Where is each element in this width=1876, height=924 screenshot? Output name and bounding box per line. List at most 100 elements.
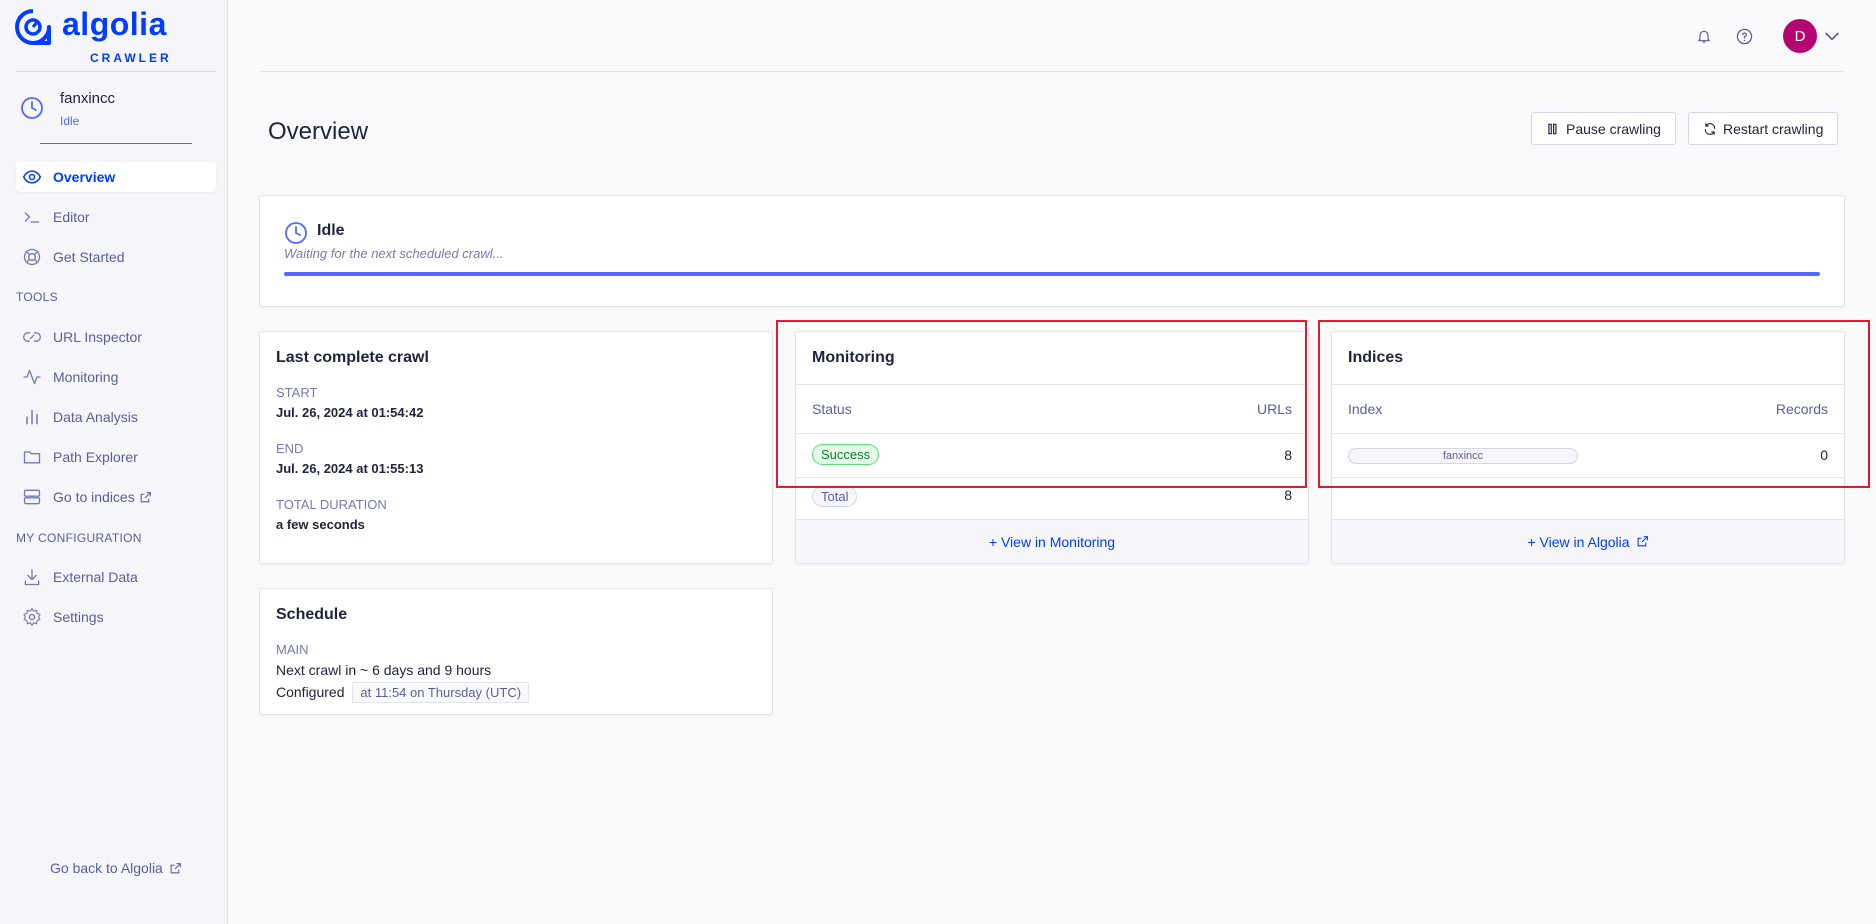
sidebar-item-label: Settings bbox=[53, 609, 104, 625]
monitoring-table-header: Status URLs bbox=[796, 384, 1308, 434]
status-subtitle: Waiting for the next scheduled crawl... bbox=[284, 246, 504, 261]
brand-name: algolia bbox=[62, 6, 167, 42]
pause-crawling-button[interactable]: Pause crawling bbox=[1531, 112, 1676, 145]
algolia-crawler-logo[interactable]: algolia CRAWLER bbox=[14, 6, 174, 66]
records-count: 0 bbox=[1820, 447, 1828, 463]
go-back-label: Go back to Algolia bbox=[50, 860, 163, 876]
crawl-progress-bar bbox=[284, 272, 1820, 276]
view-in-algolia-label: + View in Algolia bbox=[1527, 533, 1630, 550]
config-heading: MY CONFIGURATION bbox=[16, 531, 142, 545]
table-row[interactable]: fanxincc 0 bbox=[1332, 434, 1844, 478]
view-in-algolia-link[interactable]: + View in Algolia bbox=[1332, 519, 1844, 563]
crawl-progress-fill bbox=[284, 272, 1820, 276]
refresh-icon bbox=[1703, 122, 1717, 136]
brand-product: CRAWLER bbox=[90, 51, 172, 65]
last-crawl-card: Last complete crawl START Jul. 26, 2024 … bbox=[259, 331, 773, 564]
monitoring-card: Monitoring Status URLs Success 8 Total 8… bbox=[795, 331, 1309, 564]
configured-row: Configured at 11:54 on Thursday (UTC) bbox=[276, 682, 530, 703]
sidebar-item-external-data[interactable]: External Data bbox=[16, 562, 216, 592]
help-icon[interactable] bbox=[1734, 26, 1754, 46]
end-value: Jul. 26, 2024 at 01:55:13 bbox=[276, 461, 424, 476]
sidebar: algolia CRAWLER fanxincc Idle Overview E… bbox=[0, 0, 228, 924]
crawler-state: Idle bbox=[60, 114, 80, 128]
indices-card: Indices Index Records fanxincc 0 + View … bbox=[1331, 331, 1845, 564]
col-index: Index bbox=[1348, 401, 1383, 417]
urls-count: 8 bbox=[1284, 487, 1292, 503]
external-link-icon bbox=[1636, 535, 1649, 548]
gear-icon bbox=[21, 606, 43, 628]
sidebar-item-get-started[interactable]: Get Started bbox=[16, 242, 216, 272]
sidebar-item-label: Data Analysis bbox=[53, 409, 138, 425]
activity-icon bbox=[21, 366, 43, 388]
sidebar-item-data-analysis[interactable]: Data Analysis bbox=[16, 402, 216, 432]
sidebar-item-label: Get Started bbox=[53, 249, 125, 265]
crawler-selector[interactable]: fanxincc Idle bbox=[16, 86, 216, 146]
pause-crawling-label: Pause crawling bbox=[1566, 120, 1661, 137]
view-in-monitoring-link[interactable]: + View in Monitoring bbox=[796, 519, 1308, 563]
indices-table-header: Index Records bbox=[1332, 384, 1844, 434]
configured-value: at 11:54 on Thursday (UTC) bbox=[352, 682, 530, 703]
duration-label: TOTAL DURATION bbox=[276, 497, 387, 512]
index-name-badge[interactable]: fanxincc bbox=[1348, 448, 1578, 464]
crawler-name: fanxincc bbox=[60, 90, 116, 107]
schedule-label: MAIN bbox=[276, 642, 309, 657]
algolia-logo-icon bbox=[15, 9, 51, 45]
sidebar-item-overview[interactable]: Overview bbox=[16, 162, 216, 192]
schedule-title: Schedule bbox=[276, 606, 348, 623]
restart-crawling-button[interactable]: Restart crawling bbox=[1688, 112, 1839, 145]
status-badge-success: Success bbox=[812, 444, 880, 465]
indices-title: Indices bbox=[1348, 349, 1404, 366]
download-icon bbox=[21, 566, 43, 588]
end-label: END bbox=[276, 441, 304, 456]
sidebar-item-label: Editor bbox=[53, 209, 90, 225]
urls-count: 8 bbox=[1284, 447, 1292, 463]
table-row[interactable]: Total 8 bbox=[796, 478, 1308, 522]
restart-crawling-label: Restart crawling bbox=[1723, 120, 1824, 137]
sidebar-item-label: Overview bbox=[53, 169, 116, 185]
bar-chart-icon bbox=[21, 406, 43, 428]
status-card: Idle Waiting for the next scheduled craw… bbox=[259, 195, 1845, 307]
clock-icon bbox=[21, 97, 43, 119]
user-avatar[interactable]: D bbox=[1783, 19, 1817, 53]
col-status: Status bbox=[812, 401, 852, 417]
page-title: Overview bbox=[268, 118, 369, 145]
external-link-icon bbox=[139, 491, 152, 504]
sidebar-item-url-inspector[interactable]: URL Inspector bbox=[16, 322, 216, 352]
sidebar-item-label: Monitoring bbox=[53, 369, 119, 385]
sidebar-item-label: URL Inspector bbox=[53, 329, 142, 345]
sidebar-item-label: Go to indices bbox=[53, 489, 135, 505]
col-urls: URLs bbox=[1256, 401, 1292, 417]
col-records: Records bbox=[1775, 401, 1828, 417]
sidebar-item-monitoring[interactable]: Monitoring bbox=[16, 362, 216, 392]
configured-label: Configured bbox=[276, 684, 345, 700]
next-crawl-text: Next crawl in ~ 6 days and 9 hours bbox=[276, 662, 492, 678]
external-link-icon bbox=[169, 862, 182, 875]
pause-icon bbox=[1546, 122, 1560, 136]
chevron-down-icon[interactable] bbox=[1822, 26, 1842, 46]
monitoring-title: Monitoring bbox=[812, 349, 895, 366]
go-back-link[interactable]: Go back to Algolia bbox=[50, 860, 182, 876]
sidebar-divider bbox=[16, 71, 216, 72]
view-in-monitoring-label: + View in Monitoring bbox=[988, 533, 1116, 550]
sidebar-item-label: Path Explorer bbox=[53, 449, 138, 465]
sidebar-item-settings[interactable]: Settings bbox=[16, 602, 216, 632]
database-icon bbox=[21, 486, 43, 508]
crawler-underline bbox=[40, 143, 192, 144]
duration-value: a few seconds bbox=[276, 517, 365, 532]
folder-icon bbox=[21, 446, 43, 468]
table-row[interactable]: Success 8 bbox=[796, 434, 1308, 478]
tools-heading: TOOLS bbox=[16, 290, 58, 304]
sidebar-item-editor[interactable]: Editor bbox=[16, 202, 216, 232]
status-title: Idle bbox=[317, 222, 345, 239]
eye-icon bbox=[21, 166, 43, 188]
terminal-icon bbox=[21, 206, 43, 228]
sidebar-item-path-explorer[interactable]: Path Explorer bbox=[16, 442, 216, 472]
sidebar-item-go-to-indices[interactable]: Go to indices bbox=[16, 482, 216, 512]
sidebar-item-label: External Data bbox=[53, 569, 138, 585]
topbar-divider bbox=[260, 71, 1844, 72]
clock-icon bbox=[285, 222, 307, 244]
status-badge-total: Total bbox=[812, 486, 858, 507]
lifebuoy-icon bbox=[21, 246, 43, 268]
bell-icon[interactable] bbox=[1694, 26, 1714, 46]
start-label: START bbox=[276, 385, 318, 400]
